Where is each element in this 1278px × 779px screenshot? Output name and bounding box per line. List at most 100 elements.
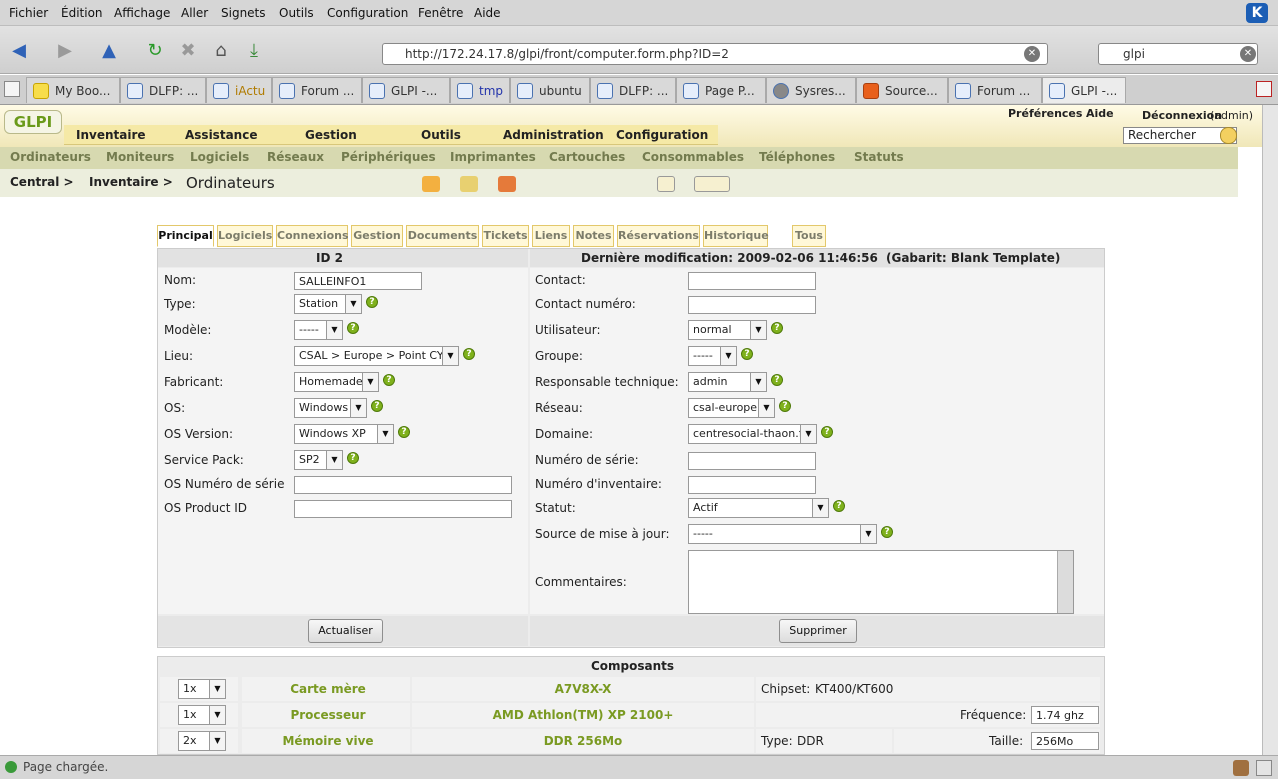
submenu-reseaux[interactable]: Réseaux [267, 150, 324, 164]
close-tab-icon[interactable] [1256, 81, 1272, 97]
component-model[interactable]: AMD Athlon(TM) XP 2100+ [412, 708, 754, 722]
tab-logiciels[interactable]: Logiciels [217, 225, 273, 247]
add-icon[interactable] [422, 176, 440, 192]
tab-principal[interactable]: Principal [157, 225, 214, 247]
browser-tab[interactable]: Forum ... [948, 77, 1042, 103]
web-search-field[interactable]: glpi [1098, 43, 1258, 65]
modele-select[interactable]: ----- ▼ [294, 320, 343, 340]
mainmenu-configuration[interactable]: Configuration [616, 128, 708, 142]
browser-tab[interactable]: Page P... [676, 77, 766, 103]
search-go-icon[interactable] [1220, 127, 1237, 144]
num-inventaire-input[interactable] [688, 476, 816, 494]
help-icon[interactable]: ? [347, 452, 359, 464]
help-icon[interactable]: ? [771, 322, 783, 334]
component-type[interactable]: Mémoire vive [242, 734, 414, 748]
tab-reservations[interactable]: Réservations [617, 225, 700, 247]
stop-icon[interactable]: ✖ [177, 40, 199, 62]
submenu-moniteurs[interactable]: Moniteurs [106, 150, 174, 164]
browser-tab[interactable]: iActu [206, 77, 272, 103]
tab-gestion[interactable]: Gestion [351, 225, 403, 247]
browser-tab[interactable]: DLFP: ... [120, 77, 206, 103]
lieu-select[interactable]: CSAL > Europe > Point CYB ▼ [294, 346, 459, 366]
home-icon[interactable]: ⌂ [210, 40, 232, 62]
breadcrumb-inventaire[interactable]: Inventaire > [89, 175, 173, 189]
adblock-icon[interactable] [1256, 760, 1272, 776]
submenu-statuts[interactable]: Statuts [854, 150, 904, 164]
os-select[interactable]: Windows ▼ [294, 398, 367, 418]
os-version-select[interactable]: Windows XP ▼ [294, 424, 394, 444]
menu-outils[interactable]: Outils [279, 6, 314, 20]
component-model[interactable]: DDR 256Mo [412, 734, 754, 748]
help-icon[interactable]: ? [771, 374, 783, 386]
submenu-ordinateurs[interactable]: Ordinateurs [10, 150, 91, 164]
service-pack-select[interactable]: SP2 ▼ [294, 450, 343, 470]
fabricant-select[interactable]: Homemade ▼ [294, 372, 379, 392]
mainmenu-inventaire[interactable]: Inventaire [76, 128, 146, 142]
domaine-select[interactable]: centresocial-thaon.fr ▼ [688, 424, 817, 444]
browser-tab[interactable]: GLPI -... [362, 77, 450, 103]
frequence-input[interactable] [1031, 706, 1099, 724]
help-icon[interactable]: ? [371, 400, 383, 412]
mainmenu-gestion[interactable]: Gestion [305, 128, 357, 142]
contact-num-input[interactable] [688, 296, 816, 314]
menu-aide[interactable]: Aide [474, 6, 501, 20]
up-icon[interactable]: ▲ [98, 40, 120, 62]
menu-edition[interactable]: Édition [61, 6, 103, 20]
menu-affichage[interactable]: Affichage [114, 6, 170, 20]
browser-tab[interactable]: ubuntu [510, 77, 590, 103]
tab-tickets[interactable]: Tickets [482, 225, 529, 247]
new-tab-icon[interactable] [4, 81, 20, 97]
help-icon[interactable]: ? [383, 374, 395, 386]
taille-input[interactable] [1031, 732, 1099, 750]
browser-tab[interactable]: My Boo... [26, 77, 120, 103]
menu-aller[interactable]: Aller [181, 6, 208, 20]
template-icon[interactable] [498, 176, 516, 192]
responsable-select[interactable]: admin ▼ [688, 372, 767, 392]
nom-input[interactable] [294, 272, 422, 290]
reseau-select[interactable]: csal-europe ▼ [688, 398, 775, 418]
menu-configuration[interactable]: Configuration [327, 6, 408, 20]
textarea-scrollbar[interactable] [1057, 551, 1073, 613]
source-maj-select[interactable]: ----- ▼ [688, 524, 877, 544]
submenu-cartouches[interactable]: Cartouches [549, 150, 625, 164]
actualiser-button[interactable]: Actualiser [308, 619, 383, 643]
statut-select[interactable]: Actif ▼ [688, 498, 829, 518]
reload-icon[interactable]: ↻ [144, 40, 166, 62]
menu-fenetre[interactable]: Fenêtre [418, 6, 463, 20]
page-scrollbar[interactable] [1262, 105, 1278, 755]
utilisateur-select[interactable]: normal ▼ [688, 320, 767, 340]
aide-link[interactable]: Aide [1086, 107, 1114, 120]
browser-tab[interactable]: DLFP: ... [590, 77, 676, 103]
help-icon[interactable]: ? [463, 348, 475, 360]
type-select[interactable]: Station ▼ [294, 294, 362, 314]
tab-notes[interactable]: Notes [573, 225, 614, 247]
help-icon[interactable]: ? [347, 322, 359, 334]
num-serie-input[interactable] [688, 452, 816, 470]
qty-select[interactable]: 1x ▼ [178, 679, 226, 699]
breadcrumb-central[interactable]: Central > [10, 175, 74, 189]
submenu-peripheriques[interactable]: Périphériques [341, 150, 436, 164]
browser-tab[interactable]: tmp [450, 77, 510, 103]
browser-tab[interactable]: Sysres... [766, 77, 856, 103]
help-icon[interactable]: ? [833, 500, 845, 512]
glpi-logo[interactable]: GLPI [4, 110, 62, 134]
component-type[interactable]: Carte mère [242, 682, 414, 696]
browser-tab[interactable]: Forum ... [272, 77, 362, 103]
submenu-imprimantes[interactable]: Imprimantes [450, 150, 536, 164]
check-list-icon[interactable] [657, 176, 675, 192]
help-icon[interactable]: ? [779, 400, 791, 412]
os-product-input[interactable] [294, 500, 512, 518]
preferences-link[interactable]: Préférences [1008, 107, 1082, 120]
submenu-telephones[interactable]: Téléphones [759, 150, 835, 164]
groupe-select[interactable]: ----- ▼ [688, 346, 737, 366]
mainmenu-administration[interactable]: Administration [503, 128, 604, 142]
help-icon[interactable]: ? [398, 426, 410, 438]
menu-fichier[interactable]: Fichier [9, 6, 48, 20]
qty-select[interactable]: 1x ▼ [178, 705, 226, 725]
forward-icon[interactable]: ▶ [54, 40, 76, 62]
mainmenu-outils[interactable]: Outils [421, 128, 461, 142]
tab-documents[interactable]: Documents [406, 225, 479, 247]
plugin-icon[interactable] [1233, 760, 1249, 776]
help-icon[interactable]: ? [741, 348, 753, 360]
os-serial-input[interactable] [294, 476, 512, 494]
